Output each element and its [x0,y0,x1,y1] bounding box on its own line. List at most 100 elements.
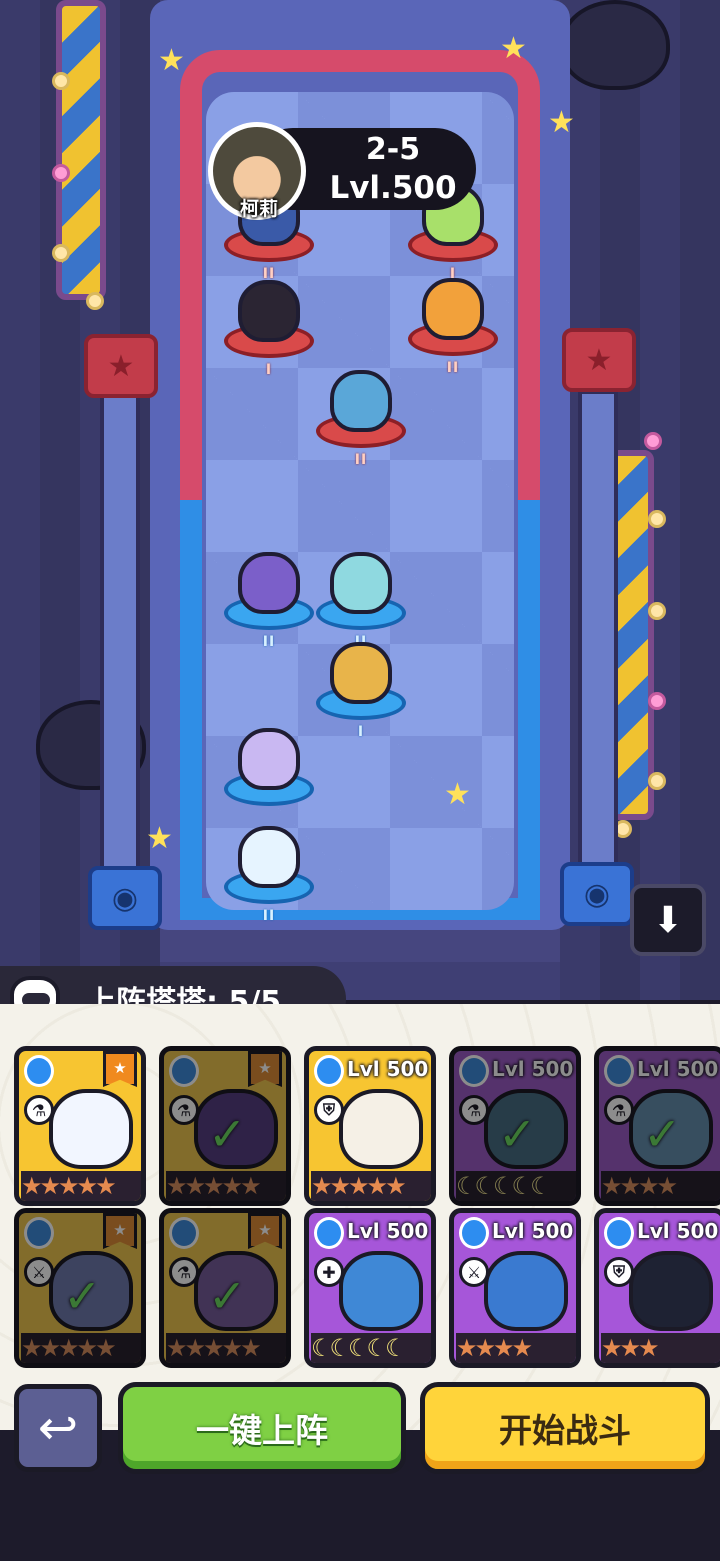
tower-card[interactable]: ⚔ ★ ★★★★★ ✓ [14,1208,146,1368]
card-level: Lvl 500 [492,1057,574,1081]
red-star-block: ★ [562,328,636,392]
stage-spotlight [560,0,670,90]
player-name: 柯莉 [239,198,278,220]
light-bulb [86,292,104,310]
water-element-icon [314,1217,344,1249]
unit-sprite [330,552,392,614]
opponent-badge: 柯莉 2-5 Lvl.500 [208,122,476,220]
blue-cat-block: ◉ [88,866,162,930]
tower-art [629,1251,713,1331]
light-bulb [648,510,666,528]
deployed-check-icon: ✓ [63,1269,102,1323]
right-pillar [578,390,618,870]
red-star-block: ★ [84,334,158,398]
light-bulb [648,602,666,620]
unit-tier: II [354,452,368,468]
tower-card[interactable]: ⚗ ★ ★★★★★ [14,1046,146,1206]
rank-stars: ★★★★ [601,1171,720,1201]
unit-tier: I [265,362,273,378]
back-button[interactable]: ↩ [14,1384,102,1472]
enemy-unit[interactable]: II [316,354,406,468]
rank-stars: ★★★★★ [166,1171,286,1201]
water-element-icon [314,1055,344,1087]
water-element-icon [604,1055,634,1087]
tower-card[interactable]: ⚔ Lvl 500 ★★★★ [449,1208,581,1368]
enemy-unit[interactable]: I [224,264,314,378]
unit-sprite [330,370,392,432]
auto-deploy-button[interactable]: 一键上阵 [118,1382,406,1474]
light-bulb [52,164,70,182]
download-button[interactable]: ⬇ [630,884,706,956]
tower-card[interactable]: ✚ Lvl 500 ☾☾☾☾☾ [304,1208,436,1368]
card-level: Lvl 500 [637,1057,719,1081]
water-element-icon [459,1217,489,1249]
unit-tier: II [262,908,276,924]
tower-art [49,1089,133,1169]
unit-tier: I [357,724,365,740]
rank-stars: ☾☾☾☾☾ [456,1171,576,1201]
star-flag-icon: ★ [103,1051,137,1087]
deployed-check-icon: ✓ [643,1107,682,1161]
tower-card[interactable]: ⚗ Lvl 500 ☾☾☾☾☾ ✓ [449,1046,581,1206]
tower-card[interactable]: ⛨ Lvl 500 ★★★ [594,1208,720,1368]
star-decoration: ★ [500,31,527,66]
unit-sprite [238,280,300,342]
light-bulb [52,72,70,90]
tower-art [339,1089,423,1169]
unit-tier: II [446,360,460,376]
stage-label: 2-5 [365,132,421,167]
water-element-icon [169,1055,199,1087]
unit-sprite [330,642,392,704]
water-element-icon [24,1217,54,1249]
unit-sprite [238,728,300,790]
water-element-icon [459,1055,489,1087]
water-element-icon [24,1055,54,1087]
water-element-icon [169,1217,199,1249]
rank-stars: ☾☾☾☾☾ [311,1333,431,1363]
battle-board: ★ ★ ◉ ◉ ★ ★ ★ ★ ★ II I I II II II III 柯莉… [0,0,720,1000]
rank-stars: ★★★★★ [166,1333,286,1363]
player-level: Lvl.500 [329,170,457,206]
ally-unit[interactable]: II [224,536,314,650]
light-bulb [648,772,666,790]
light-bulb [644,432,662,450]
tower-card[interactable]: ⚗ ★ ★★★★★ ✓ [159,1208,291,1368]
water-element-icon [604,1217,634,1249]
ally-unit[interactable]: I [316,626,406,740]
tower-card[interactable]: ⚗ ★ ★★★★★ ✓ [159,1046,291,1206]
deployed-check-icon: ✓ [208,1269,247,1323]
star-decoration: ★ [548,105,575,140]
rank-stars: ★★★★★ [21,1333,141,1363]
blue-cat-block: ◉ [560,862,634,926]
star-decoration: ★ [444,777,471,812]
unit-sprite [238,826,300,888]
tower-card[interactable]: ⚗ Lvl 500 ★★★★ ✓ [594,1046,720,1206]
start-battle-button[interactable]: 开始战斗 [420,1382,710,1474]
rank-stars: ★★★★★ [21,1171,141,1201]
rank-stars: ★★★★★ [311,1171,431,1201]
card-level: Lvl 500 [492,1219,574,1243]
left-pillar [100,390,140,870]
star-flag-icon: ★ [248,1051,282,1087]
tower-art [339,1251,423,1331]
card-level: Lvl 500 [637,1219,719,1243]
card-level: Lvl 500 [347,1057,429,1081]
unit-tier: II [262,634,276,650]
star-decoration: ★ [158,43,185,78]
ally-unit[interactable] [224,712,314,822]
tower-art [484,1251,568,1331]
star-decoration: ★ [146,821,173,856]
enemy-unit[interactable]: II [408,262,498,376]
deployed-check-icon: ✓ [498,1107,537,1161]
card-level: Lvl 500 [347,1219,429,1243]
unit-sprite [238,552,300,614]
star-flag-icon: ★ [248,1213,282,1249]
deployed-check-icon: ✓ [208,1107,247,1161]
unit-sprite [422,278,484,340]
star-flag-icon: ★ [103,1213,137,1249]
light-bulb [648,692,666,710]
rank-stars: ★★★ [601,1333,720,1363]
ally-unit[interactable]: II [224,810,314,924]
tower-card[interactable]: ⛨ Lvl 500 ★★★★★ [304,1046,436,1206]
light-bulb [52,244,70,262]
